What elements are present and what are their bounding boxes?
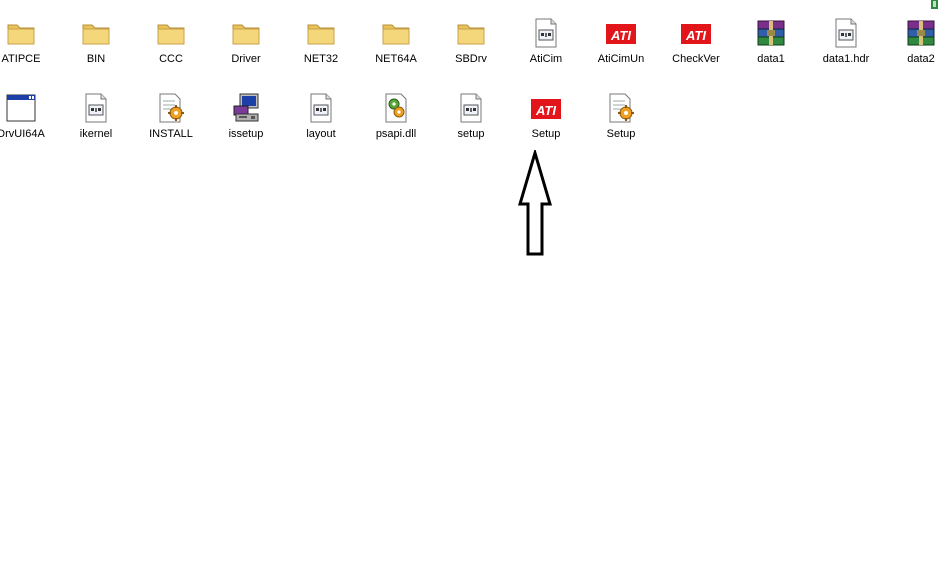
settings-file-icon	[530, 17, 562, 49]
folder-icon	[5, 17, 37, 49]
file-label: Setup	[606, 128, 636, 140]
settings-file-icon	[455, 92, 487, 124]
file-item-net64a[interactable]: NET64A	[358, 17, 434, 83]
folder-icon	[380, 17, 412, 49]
file-item-aticim[interactable]: AtiCim	[508, 17, 584, 83]
folder-icon	[305, 17, 337, 49]
file-item-psapi-dll[interactable]: psapi.dll	[358, 92, 434, 158]
file-item-checkver[interactable]: ATI CheckVer	[658, 17, 734, 83]
dll-gear-icon	[380, 92, 412, 124]
file-item-issetup[interactable]: issetup	[208, 92, 284, 158]
file-item-bin[interactable]: BIN	[58, 17, 134, 83]
file-item-atipce[interactable]: ATIPCE	[0, 17, 59, 83]
file-item-ikernel[interactable]: ikernel	[58, 92, 134, 158]
ati-logo-icon: ATI	[605, 17, 637, 49]
folder-icon	[230, 17, 262, 49]
corner-marker-icon	[931, 0, 938, 9]
config-gear-icon	[605, 92, 637, 124]
settings-file-icon	[80, 92, 112, 124]
file-item-setup-ini[interactable]: setup	[433, 92, 509, 158]
file-item-ccc[interactable]: CCC	[133, 17, 209, 83]
folder-icon	[80, 17, 112, 49]
file-item-net32[interactable]: NET32	[283, 17, 359, 83]
config-gear-icon	[155, 92, 187, 124]
ati-logo-icon: ATI	[530, 92, 562, 124]
ati-logo-icon: ATI	[680, 17, 712, 49]
file-explorer-view: ATIPCE BIN CCC Driver NET32 NET64A SBDrv…	[0, 0, 938, 581]
up-arrow-annotation	[517, 150, 553, 258]
file-label: data2	[907, 53, 935, 65]
file-item-setup-config[interactable]: Setup	[583, 92, 659, 158]
svg-text:ATI: ATI	[535, 103, 556, 118]
folder-icon	[455, 17, 487, 49]
folder-icon	[155, 17, 187, 49]
installer-computer-icon	[230, 92, 262, 124]
archive-icon	[905, 17, 937, 49]
archive-icon	[755, 17, 787, 49]
file-item-data1-hdr[interactable]: data1.hdr	[808, 17, 884, 83]
file-item-driver[interactable]: Driver	[208, 17, 284, 83]
settings-file-icon	[305, 92, 337, 124]
file-item-install[interactable]: INSTALL	[133, 92, 209, 158]
file-item-setup-ati[interactable]: ATI Setup	[508, 92, 584, 158]
file-item-data2[interactable]: data2	[883, 17, 938, 83]
svg-text:ATI: ATI	[685, 28, 706, 43]
svg-text:ATI: ATI	[610, 28, 631, 43]
file-item-sbdrv[interactable]: SBDrv	[433, 17, 509, 83]
application-window-icon	[5, 92, 37, 124]
file-item-drvui64a[interactable]: DrvUI64A	[0, 92, 59, 158]
settings-file-icon	[830, 17, 862, 49]
file-item-layout[interactable]: layout	[283, 92, 359, 158]
file-item-aticimun[interactable]: ATI AtiCimUn	[583, 17, 659, 83]
file-item-data1[interactable]: data1	[733, 17, 809, 83]
